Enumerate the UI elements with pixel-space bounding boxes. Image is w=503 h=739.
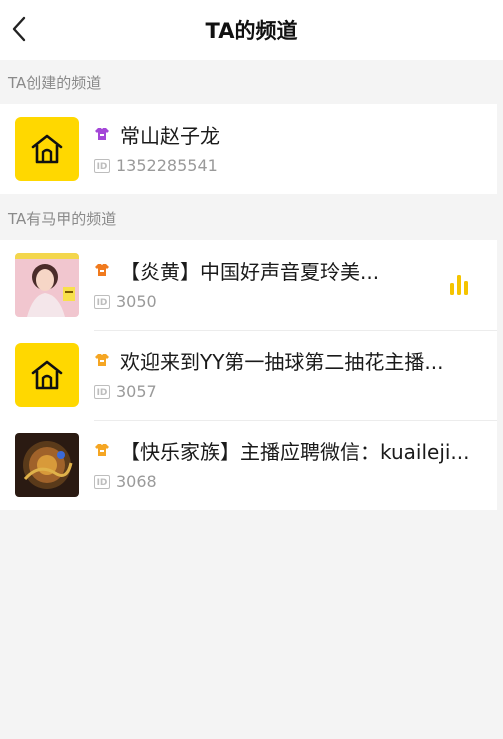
photo-girl-avatar (15, 253, 79, 317)
shirt-badge-icon (95, 354, 109, 366)
list-item[interactable]: 欢迎来到YY第一抽球第二抽花主播... ID 3057 (0, 330, 497, 420)
vest-channel-list: 【炎黄】中国好声音夏玲美... ID 3050 欢迎来到YY第一抽球第二抽花主播… (0, 240, 497, 510)
house-icon (31, 360, 63, 390)
shirt-badge-icon (95, 444, 109, 456)
id-icon: ID (94, 159, 110, 173)
avatar (15, 117, 79, 181)
back-button[interactable] (6, 12, 32, 46)
channel-name: 【炎黄】中国好声音夏玲美... (120, 260, 380, 284)
live-bars-icon (450, 275, 468, 295)
id-icon: ID (94, 295, 110, 309)
shirt-badge-icon (95, 264, 109, 276)
house-icon (31, 134, 63, 164)
channel-name: 常山赵子龙 (120, 124, 220, 148)
dragon-emblem-avatar (15, 433, 79, 497)
list-item[interactable]: 【快乐家族】主播应聘微信：kuaileji... ID 3068 (0, 420, 497, 510)
section-label-vest: TA有马甲的频道 (8, 210, 117, 228)
channel-id: 3057 (116, 382, 157, 401)
top-bar: TA的频道 (0, 0, 503, 60)
shirt-badge-icon (95, 128, 109, 140)
chevron-left-icon (12, 16, 26, 42)
created-channel-list: 常山赵子龙 ID 1352285541 (0, 104, 497, 194)
list-item[interactable]: 【炎黄】中国好声音夏玲美... ID 3050 (0, 240, 497, 330)
avatar (15, 433, 79, 497)
channel-id: 3068 (116, 472, 157, 491)
id-icon: ID (94, 475, 110, 489)
channel-id: 3050 (116, 292, 157, 311)
section-label-created: TA创建的频道 (8, 74, 102, 92)
channel-id: 1352285541 (116, 156, 218, 175)
list-item[interactable]: 常山赵子龙 ID 1352285541 (0, 104, 497, 194)
channel-name: 【快乐家族】主播应聘微信：kuaileji... (120, 440, 470, 464)
avatar (15, 253, 79, 317)
page-title: TA的频道 (205, 19, 298, 43)
avatar (15, 343, 79, 407)
channel-name: 欢迎来到YY第一抽球第二抽花主播... (120, 350, 444, 374)
id-icon: ID (94, 385, 110, 399)
